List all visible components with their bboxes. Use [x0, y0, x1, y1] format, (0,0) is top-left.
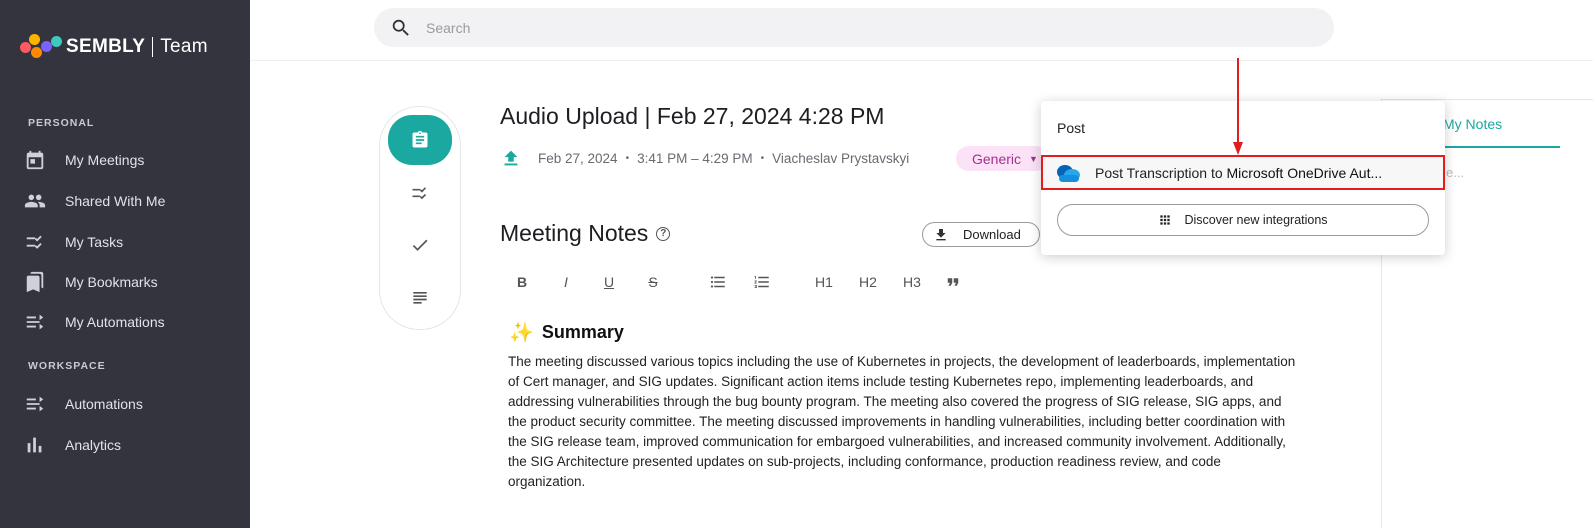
numbered-list-icon: [754, 276, 769, 288]
numbered-list-button[interactable]: [750, 270, 774, 294]
notes-title: Meeting Notes: [500, 220, 649, 246]
search-input[interactable]: [426, 19, 1226, 36]
sparkle-icon: ✨: [509, 322, 534, 344]
clipboard-icon: [412, 130, 428, 148]
onedrive-icon: [1055, 163, 1081, 183]
rail-transcript-button[interactable]: [388, 275, 452, 319]
summary-text: The meeting discussed various topics inc…: [508, 354, 1296, 489]
tag-label: Generic: [972, 150, 1022, 167]
search-bar[interactable]: [374, 8, 1334, 47]
summary-heading: ✨ Summary: [509, 320, 624, 345]
discover-label: Discover new integrations: [1184, 213, 1328, 227]
brand-name: SEMBLY: [66, 36, 146, 57]
meeting-owner: Viacheslav Prystavskyi: [772, 150, 910, 166]
brand-suffix: Team: [160, 36, 208, 57]
people-icon: [24, 194, 46, 208]
discover-integrations-button[interactable]: Discover new integrations: [1057, 204, 1429, 236]
meeting-title: Audio Upload | Feb 27, 2024 4:28 PM: [500, 103, 885, 129]
rail-check-button[interactable]: [388, 223, 452, 267]
annotation-arrow-icon: [1233, 58, 1243, 155]
logo-icon: [20, 34, 64, 60]
check-icon: [412, 239, 428, 251]
strikethrough-button[interactable]: S: [641, 270, 665, 294]
rail-notes-button[interactable]: [388, 115, 452, 165]
tasks-icon: [26, 235, 42, 249]
summary-title: Summary: [541, 322, 624, 342]
right-panel-text: e...: [1446, 165, 1465, 180]
meeting-date: Feb 27, 2024: [538, 150, 618, 166]
section-label-workspace: WORKSPACE: [28, 360, 106, 372]
popup-header: Post: [1057, 120, 1086, 136]
meeting-meta: Feb 27, 2024 • 3:41 PM – 4:29 PM • Viach…: [500, 147, 909, 169]
sidebar-item-label: My Automations: [65, 314, 165, 330]
meeting-time: 3:41 PM – 4:29 PM: [637, 150, 753, 166]
download-label: Download: [963, 227, 1021, 242]
sidebar-item-my-automations[interactable]: My Automations: [24, 307, 165, 337]
post-item-prefix: Post Transcription to: [1095, 164, 1223, 181]
heading2-button[interactable]: H2: [854, 270, 882, 294]
post-item-target: Microsoft OneDrive Aut...: [1226, 164, 1383, 181]
sidebar-item-label: Shared With Me: [65, 193, 166, 209]
section-label-personal: PERSONAL: [28, 117, 95, 129]
sembly-logo[interactable]: SEMBLY Team: [20, 34, 208, 60]
tab-my-notes[interactable]: My Notes: [1443, 116, 1502, 132]
post-to-onedrive-item[interactable]: Post Transcription to Microsoft OneDrive…: [1041, 155, 1445, 190]
sidebar-item-my-meetings[interactable]: My Meetings: [24, 145, 144, 175]
sidebar-item-my-bookmarks[interactable]: My Bookmarks: [24, 267, 158, 297]
bookmark-icon: [26, 271, 44, 293]
rail-tasks-button[interactable]: [388, 171, 452, 215]
tasks-icon: [412, 187, 427, 200]
sidebar-item-my-tasks[interactable]: My Tasks: [24, 227, 123, 257]
sidebar-item-automations[interactable]: Automations: [24, 389, 143, 419]
bold-button[interactable]: B: [510, 270, 534, 294]
automation-icon: [26, 396, 44, 412]
sidebar-item-label: Automations: [65, 396, 143, 412]
bar-chart-icon: [27, 437, 42, 453]
sidebar-item-shared-with-me[interactable]: Shared With Me: [24, 186, 165, 216]
italic-button[interactable]: I: [554, 270, 578, 294]
calendar-icon: [26, 150, 44, 170]
automation-icon: [26, 314, 44, 330]
notes-tool-rail: [379, 106, 461, 330]
heading1-button[interactable]: H1: [810, 270, 838, 294]
upload-icon: [500, 147, 522, 169]
sidebar: SEMBLY Team PERSONAL My Meetings Shared …: [0, 0, 250, 528]
sidebar-item-label: My Meetings: [65, 152, 145, 168]
quote-icon: [947, 278, 959, 286]
sidebar-item-label: My Tasks: [65, 234, 124, 250]
help-icon[interactable]: ?: [656, 226, 671, 241]
search-icon: [392, 19, 409, 36]
underline-button[interactable]: U: [597, 270, 621, 294]
notes-heading: Meeting Notes ?: [500, 220, 671, 247]
chevron-down-icon: ▼: [1029, 153, 1038, 164]
bullet-list-icon: [710, 276, 725, 288]
grid-icon: [1160, 215, 1171, 225]
sidebar-item-analytics[interactable]: Analytics: [24, 430, 121, 460]
quote-button[interactable]: [941, 270, 965, 294]
sidebar-item-label: Analytics: [65, 437, 122, 453]
download-icon: [936, 228, 946, 240]
bullet-list-button[interactable]: [706, 270, 730, 294]
heading3-button[interactable]: H3: [898, 270, 926, 294]
sidebar-item-label: My Bookmarks: [65, 274, 158, 290]
meeting-type-tag[interactable]: Generic ▼: [956, 146, 1048, 171]
download-button[interactable]: Download: [922, 222, 1040, 247]
post-integrations-popup: Post Post Transcription to Microsoft One…: [1041, 101, 1445, 255]
lines-icon: [413, 292, 427, 304]
